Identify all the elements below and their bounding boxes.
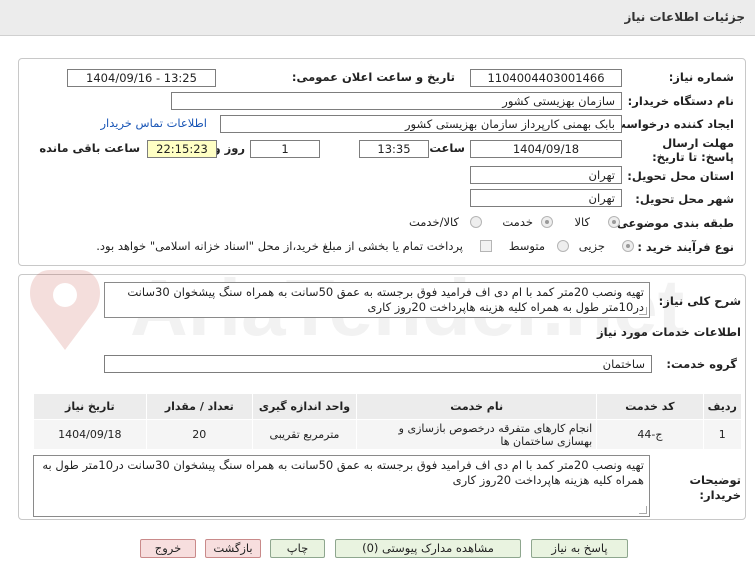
category-radio-goods-service[interactable] (470, 216, 482, 228)
buyer-notes-label-text: توضیحات خریدار: (689, 473, 742, 502)
cell-quantity: 20 (145, 419, 253, 450)
treasury-payment-checkbox[interactable] (480, 240, 492, 252)
col-need-date: تاریخ نیاز (33, 393, 147, 420)
cell-unit: مترمربع تقریبی (251, 419, 358, 450)
process-type-label: نوع فرآیند خرید : (637, 240, 734, 254)
service-group-field[interactable]: ساختمان (104, 355, 652, 373)
category-option-service: خدمت (502, 215, 533, 229)
need-number-label: شماره نیاز: (668, 70, 734, 84)
announce-datetime-field[interactable]: 1404/09/16 - 13:25 (67, 69, 216, 87)
days-label: روز و (213, 141, 245, 155)
cell-service-code: ج-44 (596, 419, 704, 450)
print-button[interactable]: چاپ (270, 539, 325, 558)
cell-need-date: 1404/09/18 (33, 419, 147, 450)
page-header: جزئیات اطلاعات نیاز (0, 0, 755, 36)
notes-resize-handle[interactable] (639, 506, 647, 514)
page-title: جزئیات اطلاعات نیاز (624, 10, 745, 24)
reply-button[interactable]: پاسخ به نیاز (531, 539, 628, 558)
back-button[interactable]: بازگشت (205, 539, 261, 558)
creator-field[interactable]: بابک بهمنی کارپرداز سازمان بهزیستی کشور (220, 115, 622, 133)
buyer-contact-link[interactable]: اطلاعات تماس خریدار (100, 116, 207, 130)
process-radio-minor[interactable] (622, 240, 634, 252)
col-quantity: تعداد / مقدار (145, 393, 253, 420)
category-option-goods: کالا (574, 215, 590, 229)
days-field[interactable]: 1 (250, 140, 320, 158)
remaining-time-field: 22:15:23 (147, 140, 217, 158)
deadline-date-field[interactable]: 1404/09/18 (470, 140, 622, 158)
services-table: ردیف کد خدمت نام خدمت واحد اندازه گیری ت… (33, 393, 743, 450)
announce-datetime-label: تاریخ و ساعت اعلان عمومی: (291, 70, 455, 84)
exit-button[interactable]: خروج (140, 539, 196, 558)
description-label: شرح کلی نیاز: (658, 294, 741, 308)
cell-row: 1 (702, 419, 743, 450)
process-option-medium: متوسط (508, 239, 545, 253)
table-row: 1 ج-44 انجام کارهای متفرقه درخصوص بازساز… (33, 419, 743, 450)
col-unit: واحد اندازه گیری (251, 393, 358, 420)
deadline-label: مهلت ارسال پاسخ: تا تاریخ: (629, 136, 734, 164)
treasury-payment-note: پرداخت تمام یا بخشی از مبلغ خرید،از محل … (96, 239, 463, 253)
service-group-label: گروه خدمت: (666, 357, 737, 371)
province-field[interactable]: تهران (470, 166, 622, 184)
col-row: ردیف (702, 393, 743, 420)
attachments-button[interactable]: مشاهده مدارک پیوستی (0) (335, 539, 521, 558)
description-text: تهیه ونصب 20متر کمد با ام دی اف فرامید ف… (127, 285, 644, 314)
process-option-minor: جزیی (578, 239, 605, 253)
category-option-goods-service: کالا/خدمت (408, 215, 459, 229)
buyer-notes-textarea[interactable]: تهیه ونصب 20متر کمد با ام دی اف فرامید ف… (33, 455, 650, 517)
services-section-title: اطلاعات خدمات مورد نیاز (597, 325, 741, 339)
buyer-notes-label: توضیحات خریدار: (681, 473, 742, 503)
buyer-org-label: نام دستگاه خریدار: (627, 94, 734, 108)
need-number-field[interactable]: 1104004403001466 (470, 69, 622, 87)
category-label: طبقه بندی موضوعی: (612, 216, 734, 230)
col-service-name: نام خدمت (356, 393, 598, 420)
deadline-time-label: ساعت (429, 141, 465, 155)
creator-label: ایجاد کننده درخواست: (609, 117, 734, 131)
remaining-time-label: ساعت باقی مانده (39, 141, 140, 155)
buyer-org-field[interactable]: سازمان بهزیستی کشور (171, 92, 622, 110)
process-radio-medium[interactable] (557, 240, 569, 252)
province-label: استان محل تحویل: (627, 169, 734, 183)
city-label: شهر محل تحویل: (635, 192, 734, 206)
buyer-notes-text: تهیه ونصب 20متر کمد با ام دی اف فرامید ف… (42, 458, 644, 487)
cell-service-name: انجام کارهای متفرقه درخصوص بازسازی و بهس… (356, 419, 598, 450)
deadline-time-field[interactable]: 13:35 (359, 140, 429, 158)
textarea-resize-handle[interactable] (639, 307, 647, 315)
city-field[interactable]: تهران (470, 189, 622, 207)
deadline-label-text: مهلت ارسال پاسخ: تا تاریخ: (652, 136, 734, 164)
services-table-header: ردیف کد خدمت نام خدمت واحد اندازه گیری ت… (33, 393, 743, 420)
col-service-code: کد خدمت (596, 393, 704, 420)
description-textarea[interactable]: تهیه ونصب 20متر کمد با ام دی اف فرامید ف… (104, 282, 650, 318)
category-radio-service[interactable] (541, 216, 553, 228)
category-radio-goods[interactable] (608, 216, 620, 228)
